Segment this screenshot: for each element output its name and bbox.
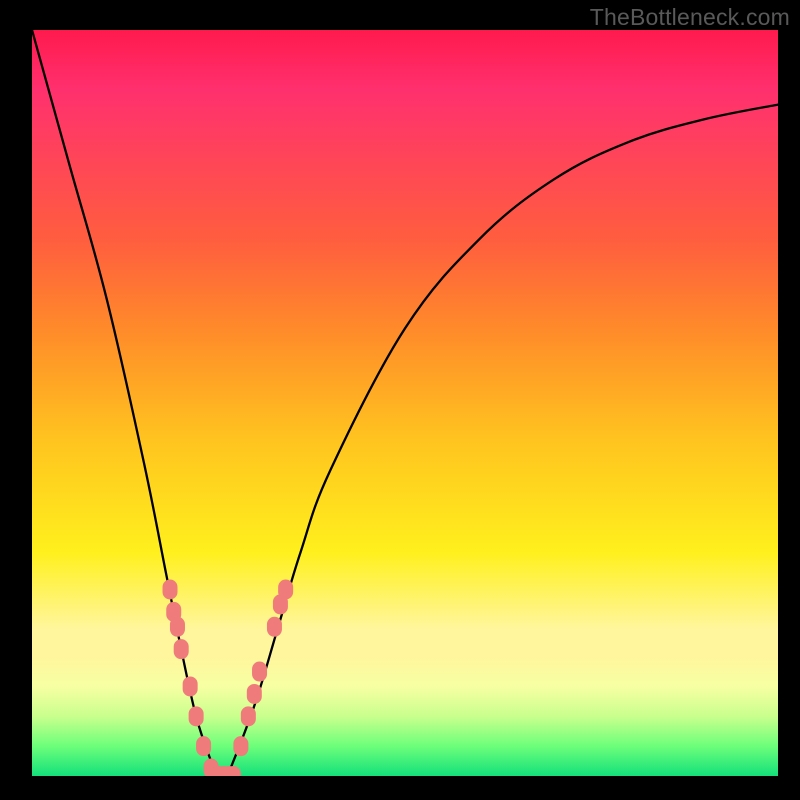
marker-dot (252, 662, 267, 682)
marker-dot (189, 706, 204, 726)
watermark-text: TheBottleneck.com (590, 4, 790, 31)
data-markers (163, 580, 294, 777)
marker-dot (183, 676, 198, 696)
marker-dot (170, 617, 185, 637)
marker-dot (196, 736, 211, 756)
bottleneck-curve (32, 30, 778, 776)
chart-frame: TheBottleneck.com (0, 0, 800, 800)
marker-dot (241, 706, 256, 726)
bottleneck-curve-path (32, 30, 778, 776)
marker-dot (233, 736, 248, 756)
chart-svg (32, 30, 778, 776)
marker-dot (278, 580, 293, 600)
marker-dot (267, 617, 282, 637)
plot-area (32, 30, 778, 776)
marker-dot (247, 684, 262, 704)
marker-dot (163, 580, 178, 600)
marker-dot (174, 639, 189, 659)
